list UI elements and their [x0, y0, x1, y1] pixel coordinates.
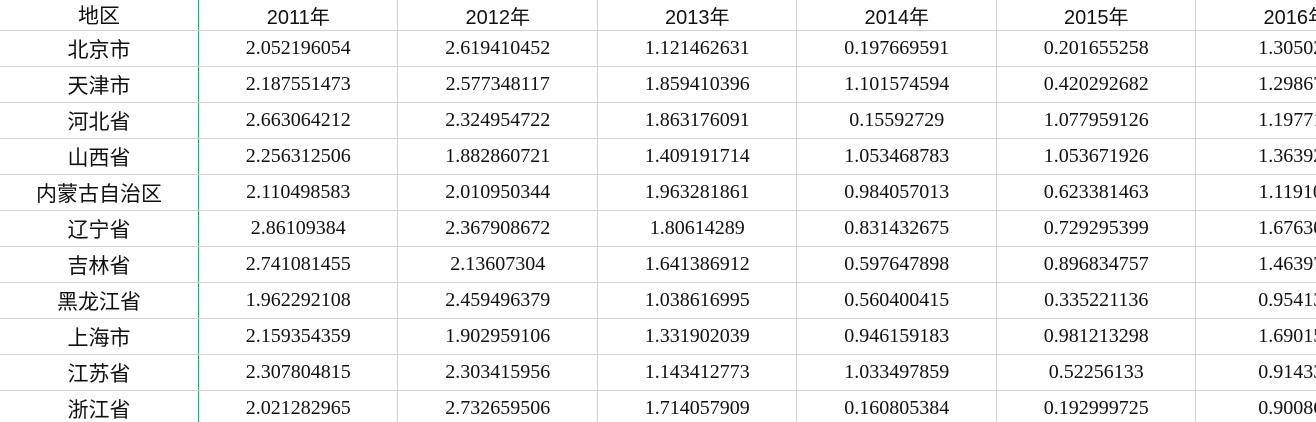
value-cell[interactable]: 1.962292108	[198, 282, 399, 319]
value-cell[interactable]: 1.409191714	[597, 138, 798, 175]
value-cell[interactable]: 1.863176091	[597, 102, 798, 139]
region-cell[interactable]: 北京市	[0, 30, 199, 67]
value-cell[interactable]: 1.902959106	[397, 318, 598, 355]
table-row: 河北省 2.663064212 2.324954722 1.863176091 0.15…	[0, 102, 1316, 139]
table-row: 上海市 2.159354359 1.902959106 1.331902039 0.94…	[0, 318, 1316, 355]
header-row: 地区 2011年 2012年 2013年 2014年 2015年 2016年	[0, 0, 1316, 31]
header-cell-2014[interactable]: 2014年	[796, 0, 997, 31]
value-cell[interactable]: 0.192999725	[996, 390, 1197, 422]
value-cell[interactable]: 1.859410396	[597, 66, 798, 103]
value-cell[interactable]: 0.623381463	[996, 174, 1197, 211]
table-row: 北京市 2.052196054 2.619410452 1.121462631 0.19…	[0, 30, 1316, 67]
value-cell[interactable]: 0.560400415	[796, 282, 997, 319]
region-cell[interactable]: 浙江省	[0, 390, 199, 422]
value-cell[interactable]: 2.303415956	[397, 354, 598, 391]
value-cell[interactable]: 2.256312506	[198, 138, 399, 175]
value-cell[interactable]: 1.80614289	[597, 210, 798, 247]
value-cell[interactable]: 2.010950344	[397, 174, 598, 211]
region-cell[interactable]: 天津市	[0, 66, 199, 103]
value-cell[interactable]: 0.597647898	[796, 246, 997, 283]
header-cell-2015[interactable]: 2015年	[996, 0, 1197, 31]
region-cell[interactable]: 山西省	[0, 138, 199, 175]
region-cell[interactable]: 江苏省	[0, 354, 199, 391]
value-cell[interactable]: 0.981213298	[996, 318, 1197, 355]
value-cell[interactable]: 2.159354359	[198, 318, 399, 355]
value-cell[interactable]: 2.021282965	[198, 390, 399, 422]
value-cell[interactable]: 1.363929	[1195, 138, 1316, 175]
value-cell[interactable]: 2.741081455	[198, 246, 399, 283]
value-cell[interactable]: 2.324954722	[397, 102, 598, 139]
value-cell[interactable]: 2.577348117	[397, 66, 598, 103]
region-cell[interactable]: 黑龙江省	[0, 282, 199, 319]
value-cell[interactable]: 2.307804815	[198, 354, 399, 391]
region-cell[interactable]: 内蒙古自治区	[0, 174, 199, 211]
value-cell[interactable]: 1.053468783	[796, 138, 997, 175]
value-cell[interactable]: 0.900865	[1195, 390, 1316, 422]
value-cell[interactable]: 0.946159183	[796, 318, 997, 355]
value-cell[interactable]: 1.463970	[1195, 246, 1316, 283]
value-cell[interactable]: 0.197669591	[796, 30, 997, 67]
value-cell[interactable]: 2.13607304	[397, 246, 598, 283]
table-row: 内蒙古自治区 2.110498583 2.010950344 1.963281861 0…	[0, 174, 1316, 211]
value-cell[interactable]: 1.963281861	[597, 174, 798, 211]
value-cell[interactable]: 0.420292682	[996, 66, 1197, 103]
value-cell[interactable]: 0.335221136	[996, 282, 1197, 319]
value-cell[interactable]: 0.729295399	[996, 210, 1197, 247]
value-cell[interactable]: 1.305027	[1195, 30, 1316, 67]
value-cell[interactable]: 1.714057909	[597, 390, 798, 422]
value-cell[interactable]: 0.984057013	[796, 174, 997, 211]
value-cell[interactable]: 1.121462631	[597, 30, 798, 67]
value-cell[interactable]: 1.053671926	[996, 138, 1197, 175]
value-cell[interactable]: 2.732659506	[397, 390, 598, 422]
value-cell[interactable]: 2.110498583	[198, 174, 399, 211]
region-cell[interactable]: 上海市	[0, 318, 199, 355]
value-cell[interactable]: 0.15592729	[796, 102, 997, 139]
table-row: 黑龙江省 1.962292108 2.459496379 1.038616995 0.5…	[0, 282, 1316, 319]
value-cell[interactable]: 1.298671	[1195, 66, 1316, 103]
value-cell[interactable]: 1.119100	[1195, 174, 1316, 211]
table-row: 山西省 2.256312506 1.882860721 1.409191714 1.05…	[0, 138, 1316, 175]
header-cell-2013[interactable]: 2013年	[597, 0, 798, 31]
value-cell[interactable]: 2.367908672	[397, 210, 598, 247]
value-cell[interactable]: 1.077959126	[996, 102, 1197, 139]
header-cell-2012[interactable]: 2012年	[397, 0, 598, 31]
spreadsheet-grid: 地区 2011年 2012年 2013年 2014年 2015年 2016年 北…	[0, 0, 1316, 422]
value-cell[interactable]: 1.690156	[1195, 318, 1316, 355]
value-cell[interactable]: 0.201655258	[996, 30, 1197, 67]
value-cell[interactable]: 1.882860721	[397, 138, 598, 175]
value-cell[interactable]: 0.954132	[1195, 282, 1316, 319]
value-cell[interactable]: 1.676309	[1195, 210, 1316, 247]
value-cell[interactable]: 2.187551473	[198, 66, 399, 103]
region-cell[interactable]: 河北省	[0, 102, 199, 139]
value-cell[interactable]: 2.86109384	[198, 210, 399, 247]
value-cell[interactable]: 1.033497859	[796, 354, 997, 391]
data-table: 地区 2011年 2012年 2013年 2014年 2015年 2016年 北…	[0, 0, 1316, 422]
value-cell[interactable]: 0.831432675	[796, 210, 997, 247]
header-cell-2016[interactable]: 2016年	[1195, 0, 1316, 31]
table-row: 天津市 2.187551473 2.577348117 1.859410396 1.10…	[0, 66, 1316, 103]
value-cell[interactable]: 0.160805384	[796, 390, 997, 422]
value-cell[interactable]: 1.101574594	[796, 66, 997, 103]
value-cell[interactable]: 1.038616995	[597, 282, 798, 319]
value-cell[interactable]: 1.641386912	[597, 246, 798, 283]
header-cell-region[interactable]: 地区	[0, 0, 199, 31]
value-cell[interactable]: 2.052196054	[198, 30, 399, 67]
header-cell-2011[interactable]: 2011年	[198, 0, 399, 31]
value-cell[interactable]: 1.331902039	[597, 318, 798, 355]
value-cell[interactable]: 2.663064212	[198, 102, 399, 139]
table-row: 江苏省 2.307804815 2.303415956 1.143412773 1.03…	[0, 354, 1316, 391]
value-cell[interactable]: 2.619410452	[397, 30, 598, 67]
region-cell[interactable]: 吉林省	[0, 246, 199, 283]
value-cell[interactable]: 0.914338	[1195, 354, 1316, 391]
value-cell[interactable]: 1.197716	[1195, 102, 1316, 139]
value-cell[interactable]: 1.143412773	[597, 354, 798, 391]
value-cell[interactable]: 2.459496379	[397, 282, 598, 319]
value-cell[interactable]: 0.52256133	[996, 354, 1197, 391]
value-cell[interactable]: 0.896834757	[996, 246, 1197, 283]
table-row: 浙江省 2.021282965 2.732659506 1.714057909 0.16…	[0, 390, 1316, 422]
table-row: 吉林省 2.741081455 2.13607304 1.641386912 0.597…	[0, 246, 1316, 283]
region-cell[interactable]: 辽宁省	[0, 210, 199, 247]
table-row: 辽宁省 2.86109384 2.367908672 1.80614289 0.8314…	[0, 210, 1316, 247]
